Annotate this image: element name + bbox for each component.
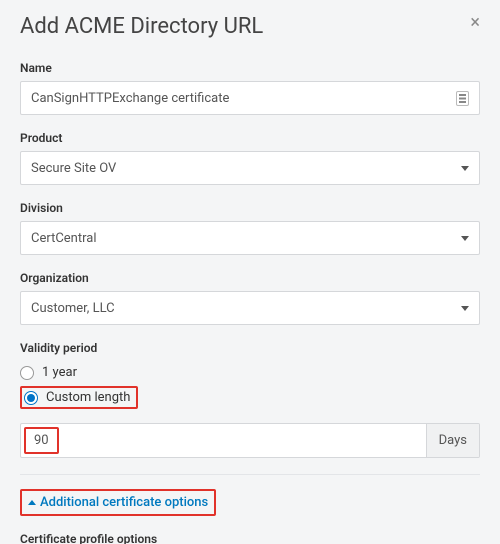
chevron-down-icon (461, 236, 469, 241)
validity-field-group: Validity period 1 year Custom length (20, 341, 480, 458)
name-input[interactable]: CanSignHTTPExchange certificate (20, 81, 480, 115)
organization-field-group: Organization Customer, LLC (20, 271, 480, 325)
modal-title: Add ACME Directory URL (20, 14, 263, 39)
name-field-group: Name CanSignHTTPExchange certificate (20, 61, 480, 115)
product-select[interactable]: Secure Site OV (20, 151, 480, 185)
product-label: Product (20, 131, 480, 145)
divider (20, 474, 480, 475)
radio-icon-checked (24, 391, 38, 405)
add-acme-directory-modal: Add ACME Directory URL × Name CanSignHTT… (0, 0, 500, 544)
division-label: Division (20, 201, 480, 215)
name-value: CanSignHTTPExchange certificate (31, 91, 229, 106)
custom-days-input[interactable]: 90 Days (20, 423, 480, 458)
radio-1year-label: 1 year (42, 365, 77, 380)
radio-1year[interactable]: 1 year (20, 365, 480, 380)
chevron-down-icon (461, 306, 469, 311)
highlight-additional-options: Additional certificate options (20, 489, 216, 516)
radio-inner-icon (27, 394, 35, 402)
organization-value: Customer, LLC (31, 301, 115, 316)
days-unit: Days (426, 424, 479, 457)
division-field-group: Division CertCentral (20, 201, 480, 255)
validity-label: Validity period (20, 341, 480, 355)
division-select[interactable]: CertCentral (20, 221, 480, 255)
custom-days-row: 90 Days (20, 423, 480, 458)
product-value: Secure Site OV (31, 161, 116, 176)
radio-custom[interactable]: Custom length (24, 390, 130, 405)
division-value: CertCentral (31, 231, 97, 246)
organization-select[interactable]: Customer, LLC (20, 291, 480, 325)
modal-header: Add ACME Directory URL × (0, 0, 500, 61)
additional-options-label: Additional certificate options (40, 495, 208, 510)
days-value: 90 (24, 427, 59, 454)
modal-body: Name CanSignHTTPExchange certificate Pro… (0, 61, 500, 544)
radio-icon (20, 366, 34, 380)
name-label: Name (20, 61, 480, 75)
chevron-down-icon (461, 166, 469, 171)
highlight-custom-length: Custom length (20, 386, 138, 409)
organization-label: Organization (20, 271, 480, 285)
radio-custom-label: Custom length (46, 390, 130, 405)
autofill-icon (456, 91, 469, 106)
chevron-up-icon (28, 500, 36, 505)
product-field-group: Product Secure Site OV (20, 131, 480, 185)
close-icon[interactable]: × (470, 14, 480, 32)
additional-options-toggle[interactable]: Additional certificate options (22, 491, 214, 514)
days-input-spacer (62, 424, 426, 457)
certificate-profile-label: Certificate profile options (20, 532, 480, 544)
radio-custom-row: Custom length (20, 386, 480, 409)
